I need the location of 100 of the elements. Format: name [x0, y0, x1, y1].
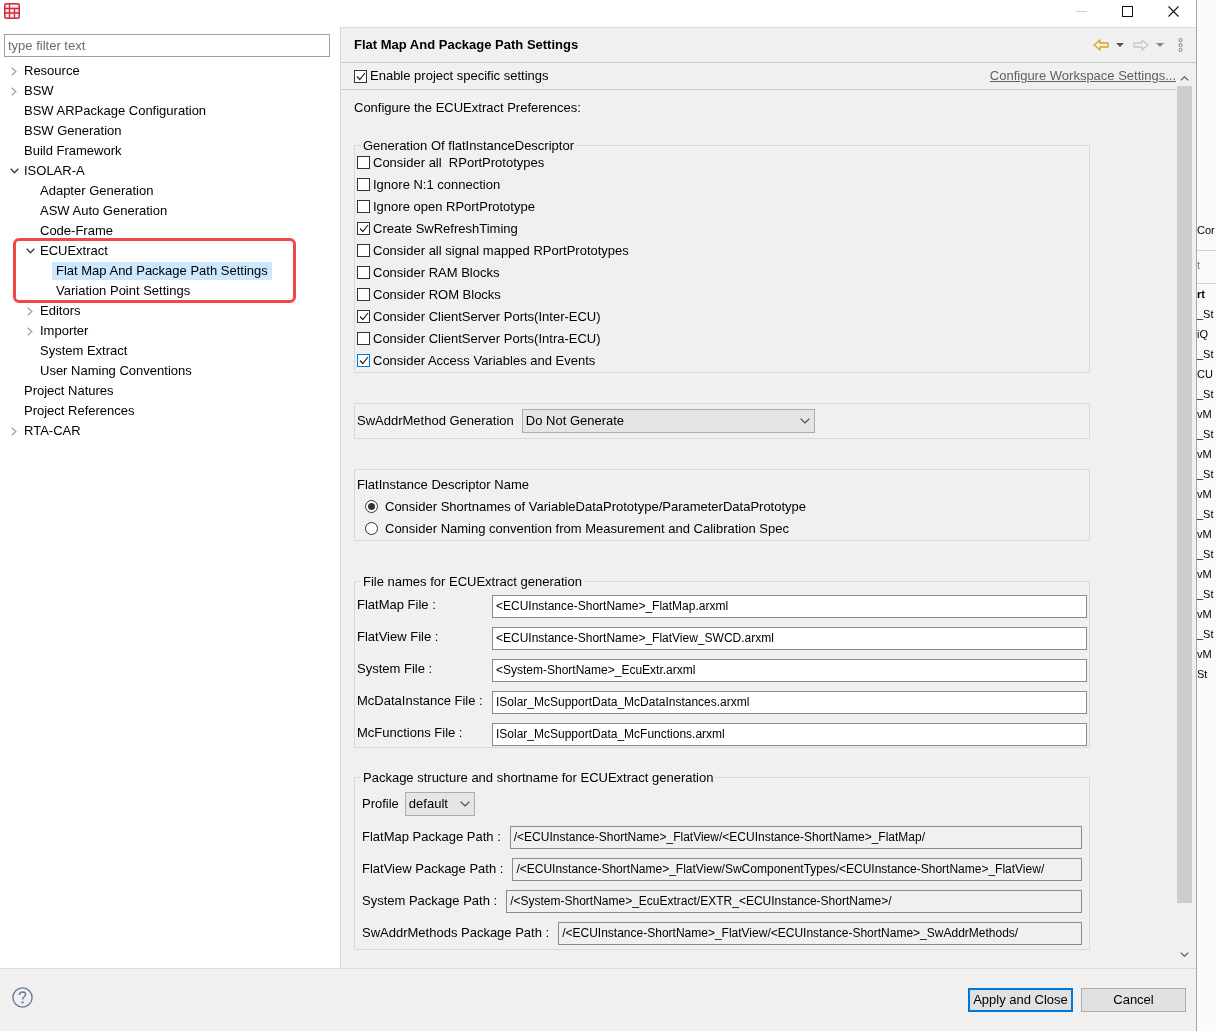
radio-button[interactable] — [365, 500, 378, 513]
filter-field[interactable]: type filter text — [4, 34, 330, 57]
file-name-field[interactable]: ISolar_McSupportData_McDataInstances.arxml — [492, 690, 1087, 714]
partial-text: vM — [1197, 407, 1213, 422]
checkbox-label: Consider ClientServer Ports(Inter-ECU) — [373, 307, 601, 326]
tree-item[interactable]: BSW — [20, 82, 58, 100]
partial-text: vM — [1197, 527, 1213, 542]
partial-text: CU — [1197, 367, 1214, 382]
checkbox-label: Consider ROM Blocks — [373, 285, 501, 304]
partial-text: _St — [1197, 627, 1215, 642]
field-label: FlatMap Package Path : — [362, 828, 501, 847]
partial-text: _St — [1197, 387, 1215, 402]
scrollbar-thumb[interactable] — [1176, 86, 1192, 903]
checkbox[interactable] — [357, 332, 370, 345]
partial-text: vM — [1197, 647, 1213, 662]
package-path-field[interactable]: /<ECUInstance-ShortName>_FlatView/<ECUInstance-ShortName>_SwAddrMethods/ — [558, 921, 1082, 945]
intro-text: Configure the ECUExtract Preferences: — [354, 100, 581, 115]
checkbox[interactable] — [354, 69, 367, 83]
field-label: FlatView File : — [357, 627, 440, 646]
tree-item[interactable]: Flat Map And Package Path Settings — [52, 262, 272, 280]
partial-text: iQ — [1197, 327, 1209, 342]
tree-item[interactable]: Project References — [20, 402, 139, 420]
tree-item[interactable]: Variation Point Settings — [52, 282, 195, 300]
checkbox[interactable] — [357, 156, 370, 169]
partial-text: _St — [1197, 587, 1215, 602]
chevron-down-icon[interactable] — [9, 168, 19, 174]
partial-text: _St — [1197, 427, 1215, 442]
partial-text: vM — [1197, 567, 1213, 582]
checkbox[interactable] — [357, 310, 370, 323]
radio-label: Consider Naming convention from Measurement and Calibration Spec — [385, 519, 789, 538]
tree-item[interactable]: Adapter Generation — [36, 182, 158, 200]
tree-item[interactable]: BSW ARPackage Configuration — [20, 102, 211, 120]
file-name-field[interactable]: <ECUInstance-ShortName>_FlatView_SWCD.arxml — [492, 626, 1087, 650]
scroll-up-icon[interactable] — [1179, 75, 1189, 81]
checkbox[interactable] — [357, 288, 370, 301]
partial-text: _St — [1197, 307, 1215, 322]
tree-item[interactable]: Build Framework — [20, 142, 126, 160]
caret-down-icon[interactable] — [1116, 43, 1124, 47]
file-name-field[interactable]: <ECUInstance-ShortName>_FlatMap.arxml — [492, 594, 1087, 618]
partial-text: Cor — [1197, 223, 1216, 238]
help-icon[interactable] — [12, 987, 33, 1008]
field-label: SwAddrMethod Generation — [357, 411, 514, 430]
partial-text: vM — [1197, 447, 1213, 462]
checkbox-label: Enable project specific settings — [370, 67, 549, 86]
group-title: File names for ECUExtract generation — [362, 573, 583, 590]
app-icon — [4, 3, 20, 19]
radio-label: Consider Shortnames of VariableDataPrototype/ParameterDataPrototype — [385, 497, 807, 516]
tree-item[interactable]: RTA-CAR — [20, 422, 85, 440]
checkbox-label: Consider all RPortPrototypes — [373, 153, 545, 172]
partial-text: _St — [1197, 467, 1215, 482]
caret-down-icon[interactable] — [1156, 43, 1164, 47]
file-name-field[interactable]: ISolar_McSupportData_McFunctions.arxml — [492, 722, 1087, 746]
checkbox[interactable] — [357, 222, 370, 235]
tree-item[interactable]: ASW Auto Generation — [36, 202, 172, 220]
chevron-down-icon[interactable] — [25, 248, 35, 254]
checkbox[interactable] — [357, 178, 370, 191]
scroll-down-icon[interactable] — [1179, 951, 1189, 957]
partial-text: _St — [1197, 507, 1215, 522]
dialog-button[interactable]: Apply and Close — [968, 988, 1073, 1012]
checkbox[interactable] — [357, 266, 370, 279]
checkbox-label: Consider RAM Blocks — [373, 263, 500, 282]
package-path-field[interactable]: /<ECUInstance-ShortName>_FlatView/<ECUInstance-ShortName>_FlatMap/ — [509, 825, 1082, 849]
tree-item[interactable]: ISOLAR-A — [20, 162, 89, 180]
partial-text: vM — [1197, 487, 1213, 502]
partial-text: _St — [1197, 347, 1215, 362]
checkbox-label: Ignore N:1 connection — [373, 175, 501, 194]
package-path-field[interactable]: /<ECUInstance-ShortName>_FlatView/SwComponentTypes/<ECUInstance-ShortName>_FlatView/ — [512, 857, 1082, 881]
checkbox[interactable] — [357, 354, 370, 367]
field-label: System Package Path : — [362, 892, 498, 911]
tree-item[interactable]: BSW Generation — [20, 122, 126, 140]
caret-down-icon — [799, 417, 810, 424]
checkbox-label: Consider Access Variables and Events — [373, 351, 596, 370]
file-name-field[interactable]: <System-ShortName>_EcuExtr.arxml — [492, 658, 1087, 682]
checkbox[interactable] — [357, 244, 370, 257]
field-label: System File : — [357, 659, 434, 678]
tree-item[interactable]: ECUExtract — [36, 242, 112, 260]
tree-item[interactable]: Code-Frame — [36, 222, 117, 240]
tree-item[interactable]: Resource — [20, 62, 84, 80]
dialog-button[interactable]: Cancel — [1081, 988, 1186, 1012]
caret-down-icon — [459, 800, 470, 807]
field-label: McFunctions File : — [357, 723, 464, 742]
workspace-settings-link[interactable]: Configure Workspace Settings... — [989, 66, 1176, 86]
page-title: Flat Map And Package Path Settings — [354, 36, 579, 55]
partial-text: _St — [1197, 547, 1215, 562]
checkbox-label: Consider all signal mapped RPortPrototypes — [373, 241, 629, 260]
dropdown[interactable]: default — [404, 791, 475, 816]
tree-item[interactable]: User Naming Conventions — [36, 362, 196, 380]
package-path-field[interactable]: /<System-ShortName>_EcuExtract/EXTR_<ECUInstance-ShortName>/ — [506, 889, 1082, 913]
maximize-icon[interactable] — [1121, 5, 1133, 17]
checkbox[interactable] — [357, 200, 370, 213]
group-title: FlatInstance Descriptor Name — [357, 475, 529, 494]
field-label: SwAddrMethods Package Path : — [362, 924, 550, 943]
close-icon[interactable] — [1167, 5, 1179, 17]
tree-item[interactable]: Importer — [36, 322, 93, 340]
dropdown[interactable]: Do Not Generate — [521, 408, 815, 433]
radio-button[interactable] — [365, 522, 378, 535]
tree-item[interactable]: System Extract — [36, 342, 132, 360]
group-title: Package structure and shortname for ECUExtract generation — [362, 769, 715, 786]
tree-item[interactable]: Editors — [36, 302, 85, 320]
tree-item[interactable]: Project Natures — [20, 382, 118, 400]
